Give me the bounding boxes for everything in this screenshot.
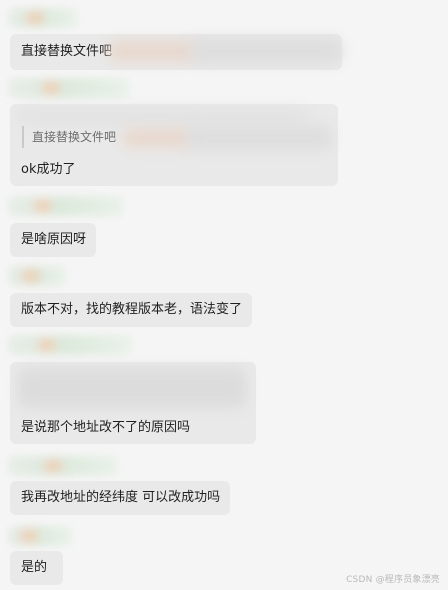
message-text: 直接替换文件吧 (21, 44, 113, 59)
message-bubble[interactable]: 直接替换文件吧 (10, 34, 342, 70)
message-bubble[interactable]: 版本不对，找的教程版本老，语法变了 (10, 293, 252, 327)
message-bubble-with-image[interactable]: 是说那个地址改不了的原因吗 (10, 362, 256, 444)
blurred-image (18, 368, 246, 408)
message-text: 我再改地址的经纬度 可以改成功吗 (21, 490, 221, 505)
message-text: ok成功了 (21, 162, 76, 177)
sender-name-blurred (8, 78, 130, 98)
message-text: 是啥原因呀 (21, 232, 87, 247)
message-bubble-with-quote[interactable]: 直接替换文件吧 ok成功了 (10, 104, 338, 186)
message-bubble[interactable]: 是啥原因呀 (10, 223, 96, 257)
message-text: 是说那个地址改不了的原因吗 (21, 420, 191, 435)
sender-name-blurred (8, 526, 72, 546)
watermark: CSDN @程序员象漂亮 (346, 575, 440, 585)
message-bubble[interactable]: 我再改地址的经纬度 可以改成功吗 (10, 481, 230, 515)
sender-name-blurred (8, 456, 118, 476)
sender-name-blurred (8, 8, 78, 28)
message-bubble[interactable]: 是的 (10, 551, 63, 585)
sender-name-blurred (8, 266, 66, 286)
message-text: 版本不对，找的教程版本老，语法变了 (21, 302, 243, 317)
quoted-message-text: 直接替换文件吧 (32, 130, 117, 144)
sender-name-blurred (8, 335, 132, 355)
message-text: 是的 (21, 560, 48, 575)
sender-name-blurred (8, 196, 124, 216)
